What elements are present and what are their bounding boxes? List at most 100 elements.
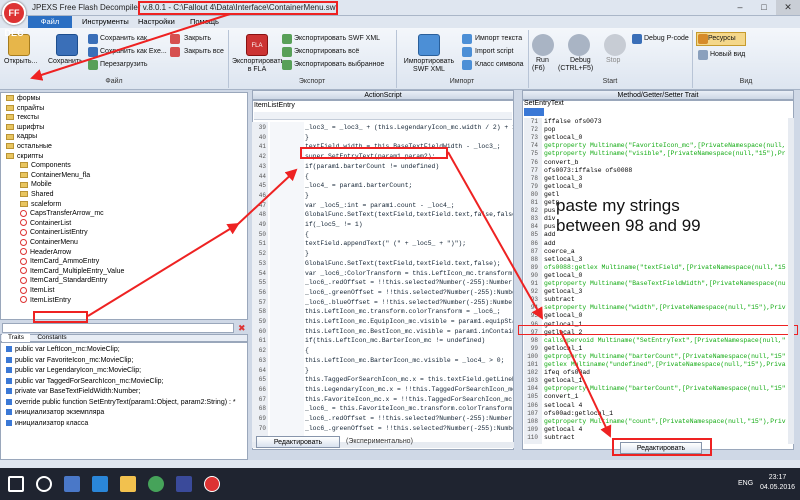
explorer-icon[interactable]	[120, 476, 136, 492]
tree-item[interactable]: скрипты	[6, 152, 43, 161]
tab-help[interactable]: Помощь	[184, 16, 225, 28]
tree-item[interactable]: ContainerMenu_fla	[20, 171, 90, 180]
maximize-icon[interactable]: □	[752, 0, 776, 15]
class-icon	[20, 286, 27, 294]
close-button[interactable]: Закрыть	[184, 35, 211, 42]
pcode-line-number: 77	[530, 166, 538, 174]
pcode-line: getlocal 4	[544, 425, 583, 433]
pcode-line-number: 87	[530, 247, 538, 255]
line-number: 57	[258, 298, 266, 306]
trait-item[interactable]: public var LeftIcon_mc:MovieClip;	[6, 345, 120, 354]
tree-item[interactable]: ContainerListEntry	[20, 228, 88, 237]
trait-item[interactable]: инициализатор класса	[6, 419, 88, 428]
pcode-line: getproperty Multiname("barterCount",[Pri…	[544, 385, 786, 393]
pcode-line-number: 101	[527, 361, 538, 368]
tree-item[interactable]: кадры	[6, 132, 37, 141]
tree-item[interactable]: ItemCard_MultipleEntry_Value	[20, 267, 124, 276]
pcode-line-number: 71	[530, 118, 538, 125]
export-fla-icon[interactable]: FLA	[246, 34, 268, 56]
tab-constants[interactable]: Constants	[32, 334, 72, 342]
new-view-button[interactable]: Новый вид	[710, 51, 745, 58]
tree-item[interactable]: тексты	[6, 113, 39, 122]
close-all-button[interactable]: Закрыть все	[184, 48, 224, 55]
tree-item[interactable]: ItemListEntry	[20, 296, 71, 305]
trait-item[interactable]: инициализатор экземпляра	[6, 408, 104, 417]
pcode-line-number: 82	[530, 207, 538, 215]
pcode-line-number: 98	[530, 336, 538, 344]
save-button[interactable]: Сохранить	[48, 58, 83, 65]
language-indicator[interactable]: ENG	[738, 480, 753, 487]
trait-item[interactable]: override public function SetEntryText(pa…	[6, 398, 236, 407]
tree-item-label: ItemCard_MultipleEntry_Value	[30, 267, 125, 275]
start-icon[interactable]	[8, 476, 24, 492]
pcode-line: getproperty Multiname("barterCount",[Pri…	[544, 352, 786, 360]
tree-item[interactable]: Components	[20, 161, 71, 170]
close-icon[interactable]: ✕	[776, 0, 800, 15]
tree-item[interactable]: ContainerList	[20, 219, 71, 228]
pcode-toolbar-icon[interactable]	[524, 108, 544, 116]
save-icon[interactable]	[56, 34, 78, 56]
debug-pcode-button[interactable]: Debug P-code	[644, 35, 689, 42]
tab-traits[interactable]: Traits	[2, 334, 30, 342]
debug-button[interactable]: Debug	[570, 57, 591, 64]
tab-file[interactable]: Файл	[28, 16, 72, 28]
ffdec-taskbar-icon[interactable]	[204, 476, 220, 492]
tree-item-label: ContainerListEntry	[30, 229, 88, 237]
trait-item[interactable]: public var LegendaryIcon_mc:MovieClip;	[6, 366, 141, 375]
tree-item[interactable]: спрайты	[6, 104, 44, 113]
tree-item-label: кадры	[17, 133, 38, 141]
tree-item[interactable]: HeaderArrow	[20, 248, 71, 257]
tree-item[interactable]: CapsTransferArrow_mc	[20, 209, 104, 218]
tree-item[interactable]: остальные	[6, 142, 52, 151]
minimize-icon[interactable]: –	[728, 0, 752, 15]
tree-item[interactable]: Mobile	[20, 180, 52, 189]
trait-item[interactable]: public var TaggedForSearchIcon_mc:MovieC…	[6, 377, 164, 386]
pcode-scrollbar[interactable]	[788, 118, 794, 444]
export-all-button[interactable]: Экспортировать всё	[294, 48, 359, 55]
stop-button[interactable]: Stop	[606, 57, 620, 64]
open-button[interactable]: Открыть...	[4, 58, 37, 65]
pcode-line: ofs0073:iffalse ofs0088	[544, 166, 633, 174]
save-as-button[interactable]: Сохранить как...	[100, 35, 153, 42]
export-swf-xml-button[interactable]: Экспортировать SWF XML	[294, 35, 380, 42]
run-button[interactable]: Run	[536, 57, 549, 64]
task-view-icon[interactable]	[64, 476, 80, 492]
trait-item[interactable]: private var BaseTextFieldWidth:Number;	[6, 387, 140, 396]
tree-item[interactable]: шрифты	[6, 123, 44, 132]
tree-item[interactable]: ItemCard_AmmoEntry	[20, 257, 99, 266]
tree-item[interactable]: ItemCard_StandardEntry	[20, 276, 107, 285]
edge-icon[interactable]	[92, 476, 108, 492]
edit-actionscript-button[interactable]: Редактировать	[256, 436, 340, 448]
search-icon[interactable]	[36, 476, 52, 492]
clear-search-icon[interactable]: ✖	[238, 323, 247, 333]
code-line: GlobalFunc.SetText(textField,textField.t…	[305, 259, 501, 267]
stop-icon[interactable]	[604, 34, 626, 56]
clock[interactable]: 23:17 04.05.2016	[760, 473, 795, 493]
tree-item[interactable]: ContainerMenu	[20, 238, 78, 247]
annotation-pcode-line-highlight	[518, 325, 798, 335]
import-swf-xml-icon[interactable]	[418, 34, 440, 56]
tree-item[interactable]: Shared	[20, 190, 54, 199]
tree-item[interactable]: ItemList	[20, 286, 55, 295]
chrome-icon[interactable]	[148, 476, 164, 492]
run-icon[interactable]	[532, 34, 554, 56]
line-number: 68	[258, 405, 266, 413]
import-script-button[interactable]: Import script	[475, 48, 514, 55]
import-swf-xml-button[interactable]: Импортировать SWF XML	[402, 58, 456, 74]
app-icon[interactable]	[176, 476, 192, 492]
reload-button[interactable]: Перезагрузить	[100, 61, 148, 68]
tree-item-label: Shared	[31, 191, 54, 198]
save-as-exe-button[interactable]: Сохранить как Exe...	[100, 48, 167, 55]
trait-item[interactable]: public var FavoriteIcon_mc:MovieClip;	[6, 356, 133, 365]
tree-item[interactable]: формы	[6, 94, 40, 103]
export-fla-button[interactable]: Экспортировать в FLA	[232, 58, 284, 74]
symbol-class-button[interactable]: Класс символа	[475, 61, 524, 68]
tab-settings[interactable]: Настройки	[132, 16, 181, 28]
tree-item[interactable]: scaleform	[20, 200, 61, 209]
tree-search-field[interactable]	[2, 323, 234, 333]
debug-icon[interactable]	[568, 34, 590, 56]
export-selected-button[interactable]: Экспортировать выбранное	[294, 61, 384, 68]
trait-label: private var BaseTextFieldWidth:Number;	[15, 388, 141, 395]
tab-tools[interactable]: Инструменты	[76, 16, 135, 28]
import-text-button[interactable]: Импорт текста	[475, 35, 522, 42]
